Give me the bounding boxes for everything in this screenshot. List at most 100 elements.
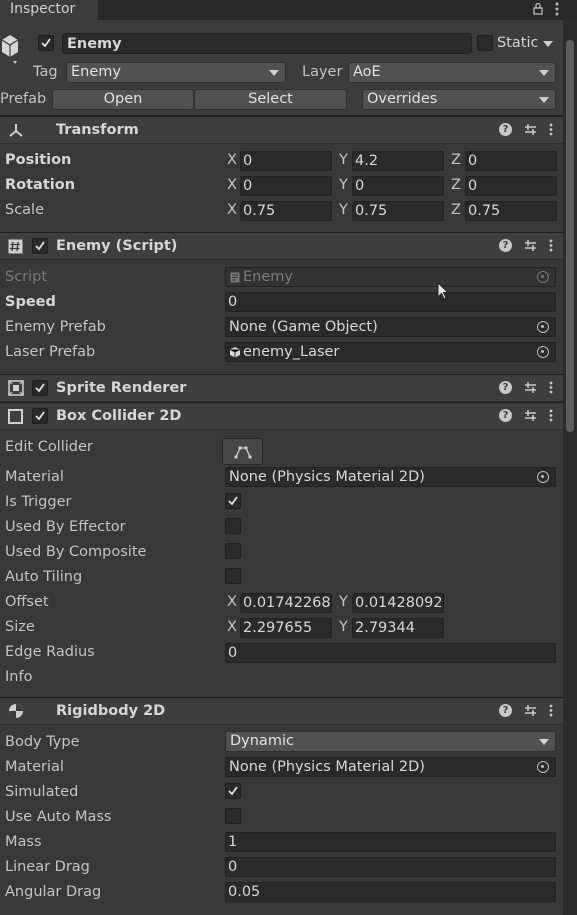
auto-tiling-checkbox[interactable]: [225, 568, 241, 584]
rotation-y-field[interactable]: 0: [352, 176, 444, 196]
speed-label[interactable]: Speed: [5, 292, 56, 312]
kebab-menu-icon[interactable]: [555, 2, 559, 16]
info-foldout[interactable]: Info: [5, 667, 32, 687]
rotation-label: Rotation: [5, 177, 76, 193]
help-icon[interactable]: ?: [499, 704, 512, 717]
axis-x-label[interactable]: X: [227, 175, 237, 195]
presets-icon[interactable]: [524, 409, 537, 422]
tag-label: Tag: [33, 64, 58, 80]
size-y-field[interactable]: 2.79344: [352, 618, 444, 638]
angular-drag-field[interactable]: 0.05: [225, 882, 556, 902]
sprite-renderer-enabled-checkbox[interactable]: [32, 380, 48, 396]
size-x-field[interactable]: 2.297655: [240, 618, 332, 638]
inspector-tab[interactable]: Inspector: [0, 0, 98, 20]
axis-z-label[interactable]: Z: [451, 150, 461, 170]
simulated-checkbox[interactable]: [225, 783, 241, 799]
position-z-field[interactable]: 0: [465, 151, 557, 171]
help-icon[interactable]: ?: [499, 123, 512, 136]
static-dropdown-icon[interactable]: [543, 41, 553, 47]
help-icon[interactable]: ?: [499, 409, 512, 422]
used-by-effector-checkbox[interactable]: [225, 518, 241, 534]
position-y-field[interactable]: 4.2: [352, 151, 444, 171]
prefab-select-button[interactable]: Select: [194, 89, 347, 110]
context-menu-icon[interactable]: [549, 381, 553, 394]
object-picker-icon[interactable]: [537, 471, 549, 483]
gameobject-cube-icon[interactable]: [0, 32, 22, 66]
object-name-input[interactable]: Enemy: [62, 33, 472, 54]
axis-y-label[interactable]: Y: [339, 200, 348, 220]
angular-drag-label: Angular Drag: [5, 884, 102, 900]
scrollbar-thumb[interactable]: [566, 40, 574, 432]
tab-label: Inspector: [10, 1, 76, 17]
script-field[interactable]: Enemy: [225, 267, 556, 287]
layer-dropdown[interactable]: AoE: [348, 62, 556, 83]
box-collider-header[interactable]: Box Collider 2D ?: [0, 402, 563, 430]
context-menu-icon[interactable]: [549, 409, 553, 422]
object-picker-icon[interactable]: [537, 761, 549, 773]
used-by-composite-checkbox[interactable]: [225, 543, 241, 559]
material-field[interactable]: None (Physics Material 2D): [225, 467, 556, 487]
overrides-label: Overrides: [367, 91, 438, 107]
sprite-renderer-header[interactable]: Sprite Renderer ?: [0, 374, 563, 402]
object-picker-icon[interactable]: [537, 346, 549, 358]
static-checkbox[interactable]: [477, 35, 493, 51]
edge-radius-field[interactable]: 0: [225, 643, 556, 663]
enemy-script-header[interactable]: Enemy (Script) ?: [0, 232, 563, 260]
prefab-open-button[interactable]: Open: [52, 89, 194, 110]
object-picker-icon[interactable]: [537, 321, 549, 333]
rb-material-field[interactable]: None (Physics Material 2D): [225, 757, 556, 777]
offset-y-field[interactable]: 0.01428092: [352, 593, 444, 613]
transform-header[interactable]: Transform ?: [0, 116, 563, 144]
speed-field[interactable]: 0: [225, 292, 556, 312]
axis-x-label[interactable]: X: [227, 150, 237, 170]
axis-y-label[interactable]: Y: [339, 592, 348, 612]
axis-z-label[interactable]: Z: [451, 175, 461, 195]
presets-icon[interactable]: [524, 381, 537, 394]
scale-z-field[interactable]: 0.75: [465, 201, 557, 221]
is-trigger-checkbox[interactable]: [225, 493, 241, 509]
scale-label: Scale: [5, 202, 45, 218]
object-picker-icon[interactable]: [537, 271, 549, 283]
rotation-x-field[interactable]: 0: [240, 176, 332, 196]
enemy-prefab-field[interactable]: None (Game Object): [225, 317, 556, 337]
axis-y-label[interactable]: Y: [339, 175, 348, 195]
rigidbody-header[interactable]: Rigidbody 2D ?: [0, 697, 563, 725]
presets-icon[interactable]: [524, 123, 537, 136]
context-menu-icon[interactable]: [549, 123, 553, 136]
axis-x-label[interactable]: X: [227, 200, 237, 220]
presets-icon[interactable]: [524, 704, 537, 717]
overrides-dropdown[interactable]: Overrides: [362, 89, 556, 110]
context-menu-icon[interactable]: [549, 704, 553, 717]
size-label: Size: [5, 619, 35, 635]
material-label: Material: [5, 469, 64, 485]
axis-z-label[interactable]: Z: [451, 200, 461, 220]
laser-prefab-field[interactable]: enemy_Laser: [225, 342, 556, 362]
use-auto-mass-checkbox[interactable]: [225, 808, 241, 824]
enemy-script-enabled-checkbox[interactable]: [32, 238, 48, 254]
rotation-z-field[interactable]: 0: [465, 176, 557, 196]
context-menu-icon[interactable]: [549, 239, 553, 252]
body-type-dropdown[interactable]: Dynamic: [225, 731, 556, 752]
help-icon[interactable]: ?: [499, 239, 512, 252]
linear-drag-field[interactable]: 0: [225, 857, 556, 877]
edit-collider-button[interactable]: [222, 438, 263, 465]
axis-x-label[interactable]: X: [227, 592, 237, 612]
axis-x-label[interactable]: X: [227, 617, 237, 637]
axis-y-label[interactable]: Y: [339, 150, 348, 170]
tag-dropdown[interactable]: Enemy: [66, 62, 286, 83]
axis-y-label[interactable]: Y: [339, 617, 348, 637]
enemy-prefab-label: Enemy Prefab: [5, 319, 106, 335]
scale-y-field[interactable]: 0.75: [352, 201, 444, 221]
position-x-field[interactable]: 0: [240, 151, 332, 171]
mass-field[interactable]: 1: [225, 832, 556, 852]
static-label[interactable]: Static: [497, 33, 538, 53]
offset-x-field[interactable]: 0.01742268: [240, 593, 332, 613]
presets-icon[interactable]: [524, 239, 537, 252]
box-collider-enabled-checkbox[interactable]: [32, 408, 48, 424]
lock-icon[interactable]: [533, 2, 543, 15]
used-by-effector-label: Used By Effector: [5, 519, 126, 535]
scale-x-field[interactable]: 0.75: [240, 201, 332, 221]
active-checkbox[interactable]: [38, 35, 54, 51]
help-icon[interactable]: ?: [499, 381, 512, 394]
select-label: Select: [248, 91, 293, 107]
